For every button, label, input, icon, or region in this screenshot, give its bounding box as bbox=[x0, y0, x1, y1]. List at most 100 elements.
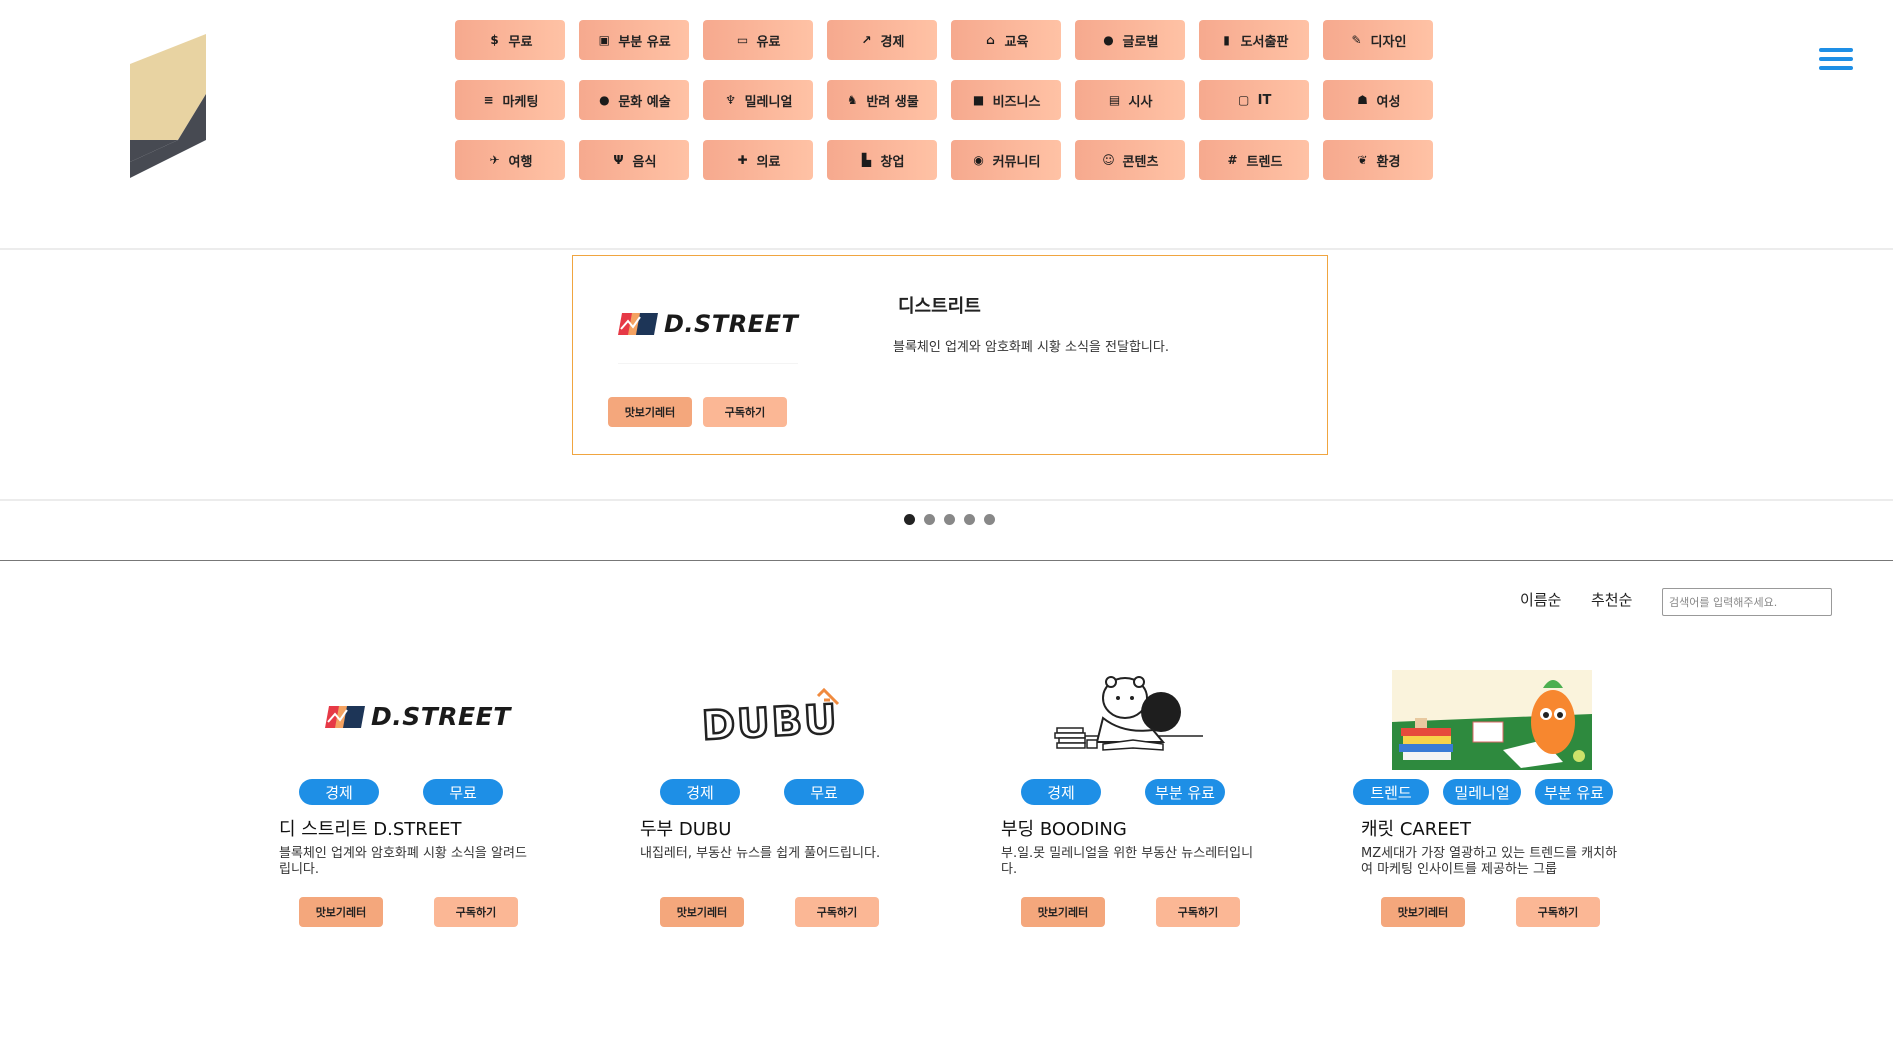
category-community-button[interactable]: ◉ 커뮤니티 bbox=[951, 140, 1061, 180]
card-tags: 경제 무료 bbox=[632, 779, 892, 805]
category-marketing-button[interactable]: ≡ 마케팅 bbox=[455, 80, 565, 120]
carousel-dot[interactable] bbox=[904, 514, 915, 525]
category-current-affairs-button[interactable]: ▤ 시사 bbox=[1075, 80, 1185, 120]
dog-icon: ♞ bbox=[846, 93, 858, 107]
dstreet-mark-icon bbox=[618, 313, 658, 335]
category-it-button[interactable]: ▢ IT bbox=[1199, 80, 1309, 120]
carousel-dot[interactable] bbox=[944, 514, 955, 525]
category-label: 무료 bbox=[508, 34, 533, 50]
category-culture-button[interactable]: ● 문화 예술 bbox=[579, 80, 689, 120]
newsletter-card: 트렌드 밀레니얼 부분 유료 캐릿 CAREET MZ세대가 가장 열광하고 있… bbox=[1353, 670, 1617, 940]
search-input[interactable] bbox=[1662, 588, 1832, 616]
newspaper-icon: ▤ bbox=[1108, 93, 1121, 107]
site-logo[interactable] bbox=[130, 34, 210, 178]
booding-illustration[interactable] bbox=[993, 670, 1253, 770]
category-startup-button[interactable]: ▙ 창업 bbox=[827, 140, 937, 180]
utensils-icon: Ψ bbox=[613, 153, 624, 167]
card-title[interactable]: 디 스트리트 D.STREET bbox=[279, 815, 462, 841]
newsletter-card: 경제 부분 유료 부딩 BOODING 부.일.못 밀레니얼을 위한 부동산 뉴… bbox=[993, 670, 1253, 940]
subscribe-button[interactable]: 구독하기 bbox=[703, 397, 787, 427]
tag-badge[interactable]: 밀레니얼 bbox=[1443, 779, 1522, 805]
card-description: 부.일.못 밀레니얼을 위한 부동산 뉴스레터입니다. bbox=[1001, 846, 1254, 877]
category-label: 환경 bbox=[1376, 154, 1401, 170]
user-icon: ☗ bbox=[1357, 93, 1368, 107]
preview-button[interactable]: 맛보기레터 bbox=[1381, 897, 1465, 927]
category-label: 마케팅 bbox=[502, 94, 539, 110]
category-trend-button[interactable]: # 트렌드 bbox=[1199, 140, 1309, 180]
card-title[interactable]: 캐릿 CAREET bbox=[1361, 815, 1471, 841]
category-paid-button[interactable]: ▭ 유료 bbox=[703, 20, 813, 60]
coins-stack-icon: ≡ bbox=[483, 93, 494, 107]
newsletter-card: DUBU 경제 무료 두부 DUBU 내집레터, 부동산 뉴스를 쉽게 풀어드립… bbox=[632, 670, 892, 940]
carousel-dots bbox=[904, 514, 995, 525]
tag-badge[interactable]: 무료 bbox=[423, 779, 503, 805]
plane-icon: ✈ bbox=[489, 153, 500, 167]
category-row: $ 무료 ▣ 부분 유료 ▭ 유료 ↗ 경제 ⌂ 교육 ● 글로벌 ▮ 도서출판 ✎ 디자인 bbox=[455, 20, 1435, 60]
category-contents-button[interactable]: ☺ 콘텐츠 bbox=[1075, 140, 1185, 180]
subscribe-button[interactable]: 구독하기 bbox=[1516, 897, 1600, 927]
tag-badge[interactable]: 경제 bbox=[1021, 779, 1101, 805]
category-label: 글로벌 bbox=[1122, 34, 1159, 50]
carousel-dot[interactable] bbox=[924, 514, 935, 525]
menu-icon[interactable] bbox=[1819, 48, 1853, 74]
sort-by-recommend-link[interactable]: 추천순 bbox=[1591, 589, 1632, 610]
category-economy-button[interactable]: ↗ 경제 bbox=[827, 20, 937, 60]
category-label: 시사 bbox=[1128, 94, 1153, 110]
category-pets-button[interactable]: ♞ 반려 생물 bbox=[827, 80, 937, 120]
sort-by-name-link[interactable]: 이름순 bbox=[1520, 589, 1561, 610]
slide-description: 블록체인 업계와 암호화폐 시황 소식을 전달합니다. bbox=[893, 340, 1169, 355]
category-travel-button[interactable]: ✈ 여행 bbox=[455, 140, 565, 180]
category-food-button[interactable]: Ψ 음식 bbox=[579, 140, 689, 180]
category-free-button[interactable]: $ 무료 bbox=[455, 20, 565, 60]
credit-card-icon: ▭ bbox=[736, 33, 749, 47]
menu-bar bbox=[1819, 57, 1853, 61]
category-grid: $ 무료 ▣ 부분 유료 ▭ 유료 ↗ 경제 ⌂ 교육 ● 글로벌 ▮ 도서출판 ✎ 디자인 ≡… bbox=[455, 20, 1435, 200]
tag-badge[interactable]: 무료 bbox=[784, 779, 864, 805]
preview-button[interactable]: 맛보기레터 bbox=[608, 397, 692, 427]
dstreet-logo-text: D.STREET bbox=[371, 702, 511, 731]
carousel-bottom-border bbox=[0, 499, 1893, 501]
category-medical-button[interactable]: ✚ 의료 bbox=[703, 140, 813, 180]
school-icon: ⌂ bbox=[986, 33, 995, 47]
carousel-dot[interactable] bbox=[984, 514, 995, 525]
card-title[interactable]: 부딩 BOODING bbox=[1001, 815, 1127, 841]
preview-button[interactable]: 맛보기레터 bbox=[1021, 897, 1105, 927]
menu-bar bbox=[1819, 66, 1853, 70]
category-books-button[interactable]: ▮ 도서출판 bbox=[1199, 20, 1309, 60]
tag-badge[interactable]: 부분 유료 bbox=[1535, 779, 1613, 805]
category-label: 도서출판 bbox=[1240, 34, 1289, 50]
category-millennial-button[interactable]: ♆ 밀레니얼 bbox=[703, 80, 813, 120]
category-partial-paid-button[interactable]: ▣ 부분 유료 bbox=[579, 20, 689, 60]
category-business-button[interactable]: ■ 비즈니스 bbox=[951, 80, 1061, 120]
subscribe-button[interactable]: 구독하기 bbox=[795, 897, 879, 927]
hashtag-icon: # bbox=[1227, 153, 1238, 167]
laptop-icon: ▢ bbox=[1237, 93, 1250, 107]
dstreet-logo-text: D.STREET bbox=[664, 310, 799, 338]
subscribe-button[interactable]: 구독하기 bbox=[1156, 897, 1240, 927]
card-image[interactable]: D.STREET bbox=[271, 670, 531, 770]
card-tags: 트렌드 밀레니얼 부분 유료 bbox=[1353, 779, 1613, 805]
category-environment-button[interactable]: ❦ 환경 bbox=[1323, 140, 1433, 180]
chart-line-icon: ↗ bbox=[861, 33, 872, 47]
subscribe-button[interactable]: 구독하기 bbox=[434, 897, 518, 927]
dstreet-mark-icon bbox=[325, 705, 365, 728]
tag-badge[interactable]: 경제 bbox=[299, 779, 379, 805]
tag-badge[interactable]: 경제 bbox=[660, 779, 740, 805]
category-education-button[interactable]: ⌂ 교육 bbox=[951, 20, 1061, 60]
carousel-top-border bbox=[0, 248, 1893, 250]
careet-illustration[interactable] bbox=[1353, 670, 1613, 770]
category-global-button[interactable]: ● 글로벌 bbox=[1075, 20, 1185, 60]
category-design-button[interactable]: ✎ 디자인 bbox=[1323, 20, 1433, 60]
tag-badge[interactable]: 부분 유료 bbox=[1145, 779, 1225, 805]
category-women-button[interactable]: ☗ 여성 bbox=[1323, 80, 1433, 120]
tag-badge[interactable]: 트렌드 bbox=[1353, 779, 1430, 805]
category-label: 문화 예술 bbox=[618, 94, 671, 110]
palette-icon: ● bbox=[599, 93, 610, 107]
card-image[interactable]: DUBU bbox=[632, 670, 892, 770]
category-label: 창업 bbox=[880, 154, 905, 170]
carousel-dot[interactable] bbox=[964, 514, 975, 525]
preview-button[interactable]: 맛보기레터 bbox=[299, 897, 383, 927]
card-title[interactable]: 두부 DUBU bbox=[640, 815, 731, 841]
preview-button[interactable]: 맛보기레터 bbox=[660, 897, 744, 927]
category-label: 디자인 bbox=[1370, 34, 1407, 50]
